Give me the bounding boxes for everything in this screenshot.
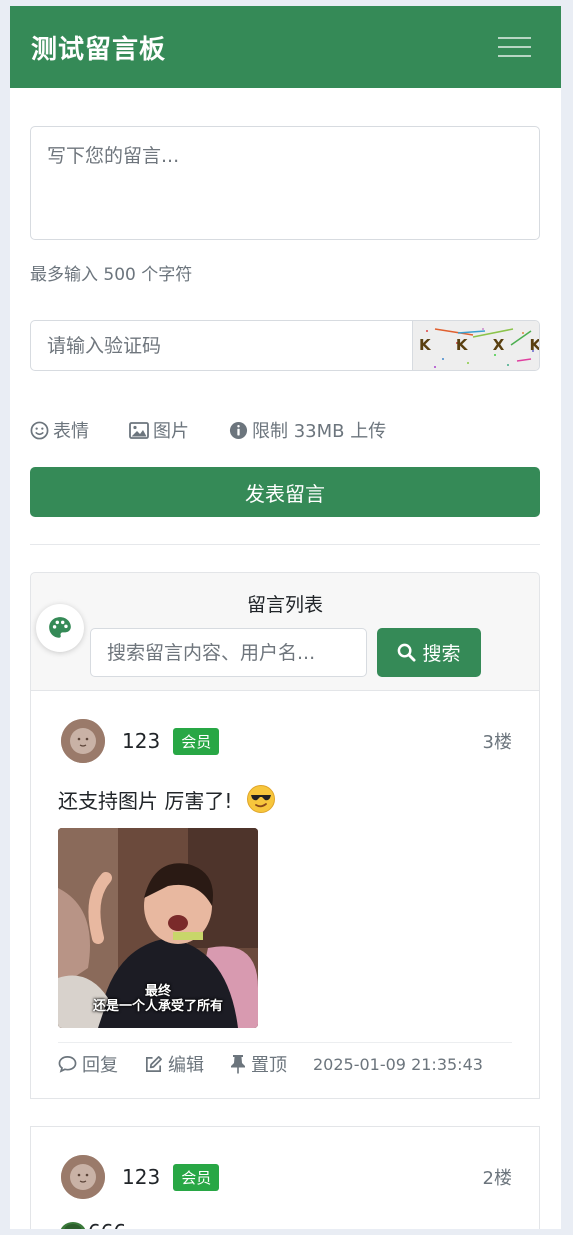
- message-textarea[interactable]: [30, 126, 540, 240]
- message-timestamp: 2025-01-09 21:35:43: [313, 1054, 483, 1074]
- captcha-image[interactable]: K K X K: [412, 320, 540, 371]
- image-caption-line-1: 最终: [144, 984, 171, 999]
- message-card-header: 123 会员 2楼: [58, 1155, 512, 1199]
- message-actions: 回复 编辑 置顶 2025-01-09 21:35:43: [58, 1042, 512, 1077]
- hamburger-icon-bar: [497, 37, 531, 39]
- reply-button[interactable]: 回复: [58, 1051, 118, 1077]
- divider: [30, 544, 540, 545]
- hamburger-icon-bar: [497, 46, 531, 48]
- emoji-button[interactable]: 表情: [30, 417, 89, 443]
- message-text: 还支持图片 厉害了!: [58, 788, 233, 813]
- char-limit-hint: 最多输入 500 个字符: [30, 265, 193, 285]
- edit-label: 编辑: [168, 1055, 204, 1076]
- upload-limit-label: 限制 33MB 上传: [252, 421, 387, 442]
- navbar: 测试留言板: [10, 6, 561, 88]
- floor-number: 3楼: [482, 732, 512, 753]
- search-input[interactable]: [90, 628, 367, 677]
- app-title[interactable]: 测试留言板: [31, 29, 166, 66]
- image-label: 图片: [153, 421, 189, 442]
- info-icon: [229, 421, 248, 439]
- pin-button[interactable]: 置顶: [230, 1051, 287, 1077]
- captcha-input[interactable]: [30, 320, 412, 371]
- avatar[interactable]: [61, 719, 105, 763]
- avatar[interactable]: [61, 1155, 105, 1199]
- smile-icon: [30, 421, 49, 439]
- message-card: 123 会员 2楼 666: [30, 1126, 540, 1229]
- message-list-header: 留言列表 搜索: [30, 572, 540, 691]
- reply-label: 回复: [82, 1055, 118, 1076]
- member-badge: 会员: [173, 727, 220, 755]
- emoji-label: 表情: [53, 421, 89, 442]
- floor-number: 2楼: [482, 1168, 512, 1189]
- search-icon: [398, 643, 417, 662]
- submit-message-button[interactable]: 发表留言: [30, 467, 540, 517]
- captcha-row: K K X K: [30, 320, 540, 371]
- message-image[interactable]: 最终 还是一个人承受了所有: [58, 828, 258, 1028]
- message-card: 123 会员 3楼 还支持图片 厉害了! 最终 还是一个人承受了所有 回复 编辑…: [30, 691, 540, 1099]
- image-caption-line-2: 还是一个人承受了所有: [92, 999, 223, 1014]
- pin-label: 置顶: [251, 1055, 287, 1076]
- hamburger-icon-bar: [497, 55, 531, 57]
- username[interactable]: 123: [122, 729, 160, 753]
- message-card-header: 123 会员 3楼: [58, 719, 512, 763]
- comment-icon: [58, 1056, 77, 1073]
- message-text: 666: [88, 1220, 126, 1229]
- palette-icon: [49, 617, 71, 638]
- app-frame: 测试留言板 最多输入 500 个字符: [10, 6, 561, 1229]
- image-caption: 最终 还是一个人承受了所有: [58, 984, 258, 1014]
- sunglasses-emoji-icon: [247, 785, 276, 813]
- search-button[interactable]: 搜索: [377, 628, 481, 677]
- image-upload-button[interactable]: 图片: [129, 417, 189, 443]
- upload-limit-info: 限制 33MB 上传: [229, 417, 386, 443]
- image-icon: [129, 421, 149, 439]
- menu-toggle-button[interactable]: [489, 25, 539, 69]
- turtle-emoji-icon: [60, 1222, 86, 1229]
- username[interactable]: 123: [122, 1165, 160, 1189]
- message-content: 666: [58, 1217, 512, 1229]
- search-button-label: 搜索: [422, 643, 461, 665]
- message-list-title: 留言列表: [246, 594, 323, 616]
- edit-icon: [145, 1055, 162, 1072]
- message-content: 还支持图片 厉害了!: [58, 784, 512, 814]
- theme-palette-button[interactable]: [36, 604, 84, 652]
- edit-button[interactable]: 编辑: [144, 1051, 204, 1077]
- captcha-text: K K X K: [419, 336, 540, 354]
- thumbtack-icon: [231, 1055, 245, 1074]
- composer-tools: 表情 图片 限制 33MB 上传: [30, 417, 541, 443]
- member-badge: 会员: [173, 1163, 220, 1191]
- main-content: 最多输入 500 个字符: [10, 88, 561, 1229]
